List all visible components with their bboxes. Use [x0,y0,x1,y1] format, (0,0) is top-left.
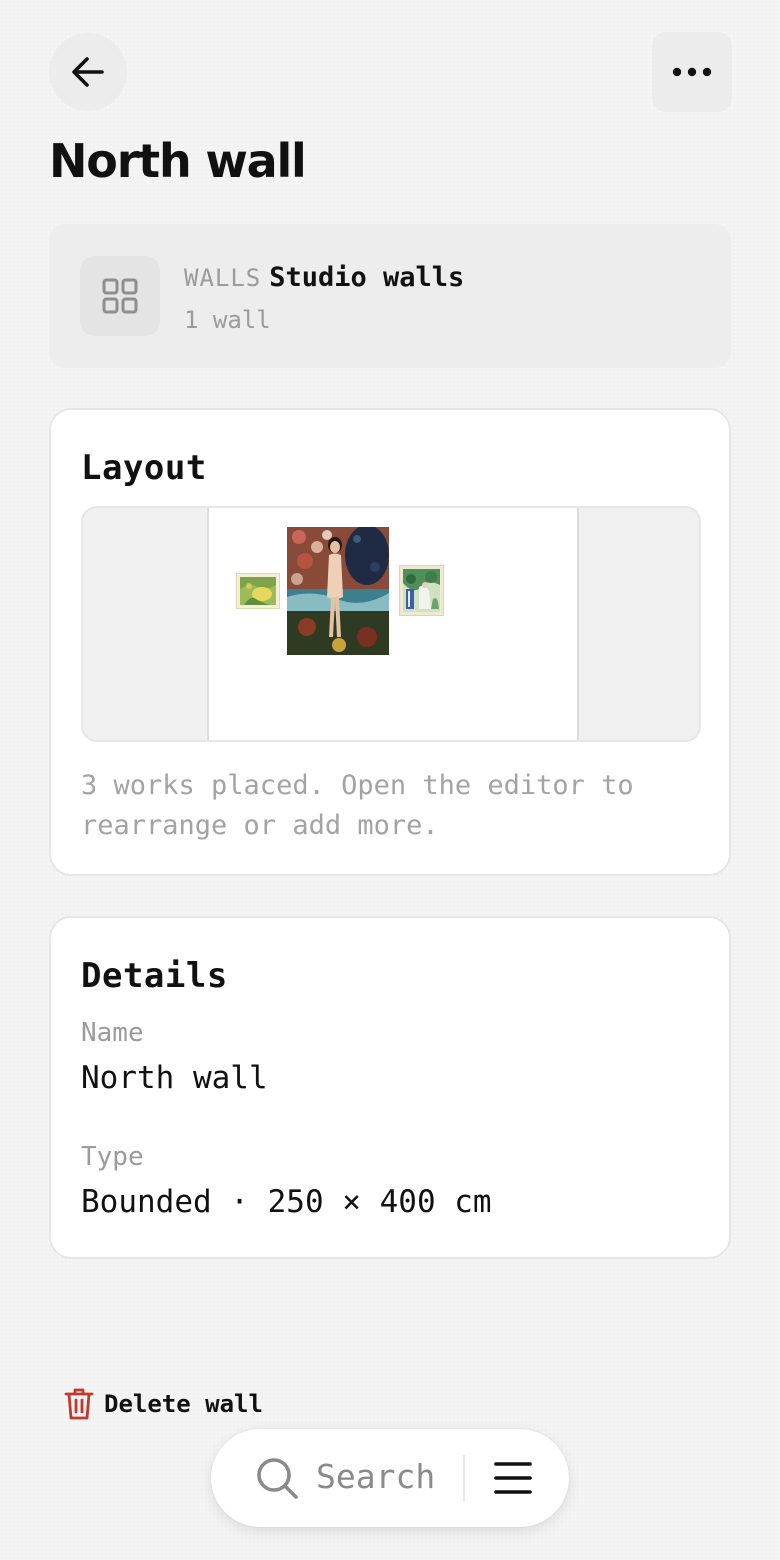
wall-canvas [207,508,579,740]
page-title: North wall [49,134,307,188]
more-options-button[interactable] [652,32,732,112]
type-label: Type [81,1142,144,1172]
layout-preview[interactable] [81,506,701,742]
arrow-left-icon [72,57,104,87]
garden-painting-image [403,569,440,612]
delete-wall-button[interactable]: Delete wall [64,1385,263,1423]
walls-icon-box [80,256,160,336]
more-horizontal-icon [672,67,712,77]
wall-detail-screen: North wall WALLS Studio walls 1 wall Layo… [0,0,780,1560]
back-button[interactable] [49,33,127,111]
name-value[interactable]: North wall [81,1060,268,1096]
landscape-painting-image [240,577,276,605]
search-icon[interactable] [255,1456,299,1500]
search-button-label[interactable]: Search [316,1457,435,1496]
walls-kicker: WALLS [184,264,262,292]
layout-card: Layout 3 works placed. Open the editor t… [49,408,731,876]
artwork-thumbnail-figure [287,527,389,655]
layout-title: Layout [81,448,207,488]
type-value[interactable]: Bounded · 250 × 400 cm [81,1184,492,1220]
walls-group-name: Studio walls [269,262,465,293]
details-card: Details Name North wall Type Bounded · 2… [49,916,731,1259]
menu-icon[interactable] [494,1461,532,1495]
walls-group-card[interactable]: WALLS Studio walls 1 wall [49,224,731,368]
artwork-thumbnail-landscape [237,574,279,608]
artwork-thumbnail-garden [400,566,443,615]
bar-divider [463,1455,465,1501]
grid-icon [102,278,138,314]
delete-wall-label: Delete wall [104,1390,263,1418]
name-label: Name [81,1018,144,1048]
walls-count: 1 wall [184,306,271,334]
bottom-nav-bar: Search [211,1429,569,1527]
trash-icon [64,1388,94,1420]
figure-painting-image [287,527,389,655]
layout-note: 3 works placed. Open the editor to rearr… [81,770,634,841]
details-title: Details [81,956,228,996]
